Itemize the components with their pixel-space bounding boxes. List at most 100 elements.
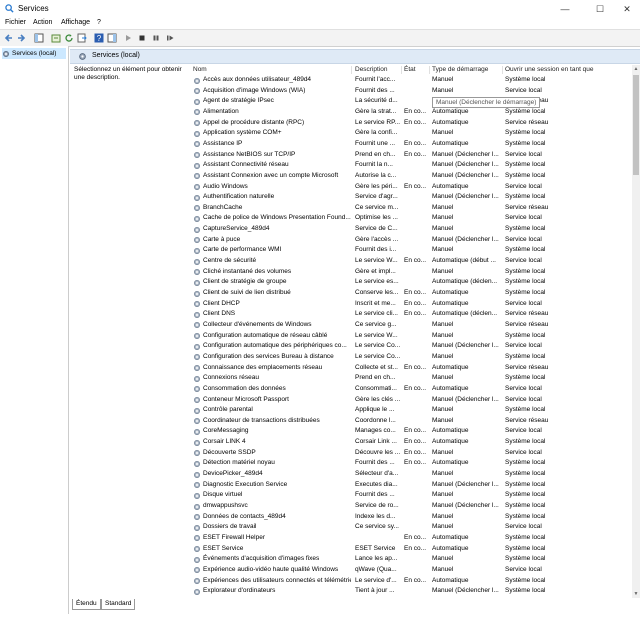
service-startup-type: Manuel: [432, 214, 454, 222]
forward-button[interactable]: [15, 32, 26, 43]
close-button[interactable]: ✕: [612, 0, 640, 18]
menu-action[interactable]: Action: [33, 19, 52, 26]
service-row[interactable]: Événements d'acquisition d'images fixes L…: [191, 554, 631, 565]
properties-button[interactable]: [50, 32, 61, 43]
scroll-down-icon[interactable]: ▼: [632, 590, 640, 598]
service-row[interactable]: Corsair LINK 4 Corsair Link ... En co... Au…: [191, 437, 631, 448]
service-row[interactable]: Client de stratégie de groupe Le service …: [191, 277, 631, 288]
service-row[interactable]: Détection matériel noyau Fournit des ... E…: [191, 458, 631, 469]
minimize-button[interactable]: —: [550, 0, 580, 18]
column-header-state[interactable]: État: [404, 66, 416, 73]
service-row[interactable]: ESET Service ESET Service En co... Automati…: [191, 544, 631, 555]
column-header-name[interactable]: Nom: [193, 66, 207, 73]
service-row[interactable]: Carte à puce Gère l'accès ... Manuel (Décl…: [191, 235, 631, 246]
tab-standard[interactable]: Standard: [101, 599, 136, 610]
service-row[interactable]: Configuration des services Bureau à dist…: [191, 352, 631, 363]
service-row[interactable]: CaptureService_489d4 Service de C... Manue…: [191, 224, 631, 235]
service-row[interactable]: BranchCache Ce service m... Manuel Service …: [191, 203, 631, 214]
service-row[interactable]: Centre de sécurité Le service W... En co..…: [191, 256, 631, 267]
service-description: Sélecteur d'a...: [355, 470, 399, 478]
service-row[interactable]: Conteneur Microsoft Passport Gère les clé…: [191, 395, 631, 406]
service-startup-type: Manuel (Déclencher l...: [432, 395, 499, 403]
pause-service-button[interactable]: [150, 32, 161, 43]
service-row[interactable]: Explorateur d'ordinateurs Tient à jour ..…: [191, 586, 631, 597]
service-row[interactable]: Client DHCP Inscrit et me... En co... Autom…: [191, 299, 631, 310]
service-row[interactable]: Dossiers de travail Ce service sy... Manue…: [191, 522, 631, 533]
maximize-button[interactable]: ☐: [585, 0, 615, 18]
service-name: Authentification naturelle: [203, 193, 275, 201]
service-row[interactable]: DevicePicker_489d4 Sélecteur d'a... Manuel…: [191, 469, 631, 480]
service-state: En co...: [404, 257, 427, 265]
service-row[interactable]: Assistance NetBIOS sur TCP/IP Prend en ch…: [191, 150, 631, 161]
tab-extended[interactable]: Étendu: [72, 599, 101, 610]
service-row[interactable]: dmwappushsvc Service de ro... Manuel (Décl…: [191, 501, 631, 512]
service-row[interactable]: Disque virtuel Fournit des ... Manuel Systè…: [191, 490, 631, 501]
service-description: Applique le ...: [355, 406, 395, 414]
service-gear-icon: [194, 407, 200, 414]
column-header-logon-as[interactable]: Ouvrir une session en tant que: [505, 66, 594, 73]
service-logon-as: Service local: [505, 384, 542, 392]
menu-affichage[interactable]: Affichage: [61, 19, 90, 26]
service-row[interactable]: Expérience audio-vidéo haute qualité Win…: [191, 565, 631, 576]
tree-item-services-local[interactable]: Services (local): [2, 48, 66, 59]
service-row[interactable]: Accès aux données utilisateur_489d4 Fourn…: [191, 75, 631, 86]
service-row[interactable]: Découverte SSDP Découvre les ... En co... M…: [191, 448, 631, 459]
service-description: Ce service g...: [355, 320, 397, 328]
service-row[interactable]: Connexions réseau Prend en ch... Manuel Sys…: [191, 373, 631, 384]
service-row[interactable]: Collecteur d'événements de Windows Ce ser…: [191, 320, 631, 331]
help-button[interactable]: ?: [93, 32, 104, 43]
service-row[interactable]: Consommation des données Consommati... En …: [191, 384, 631, 395]
refresh-button[interactable]: [63, 32, 74, 43]
service-row[interactable]: Cache de police de Windows Presentation …: [191, 213, 631, 224]
scroll-up-icon[interactable]: ▲: [632, 65, 640, 73]
scrollbar-thumb[interactable]: [633, 75, 639, 175]
column-divider[interactable]: [351, 66, 352, 74]
service-row[interactable]: Client DNS Le service cli... En co... Autom…: [191, 309, 631, 320]
column-divider[interactable]: [429, 66, 430, 74]
service-row[interactable]: Assistant Connectivité réseau Fournit la …: [191, 160, 631, 171]
service-row[interactable]: Contrôle parental Applique le ... Manuel Sy…: [191, 405, 631, 416]
column-divider[interactable]: [401, 66, 402, 74]
show-console-tree-button[interactable]: [33, 32, 44, 43]
service-row[interactable]: Client de suivi de lien distribué Conserv…: [191, 288, 631, 299]
menu-fichier[interactable]: Fichier: [5, 19, 26, 26]
vertical-scrollbar[interactable]: ▲ ▼: [632, 65, 640, 598]
service-row[interactable]: Cliché instantané des volumes Gère et imp…: [191, 267, 631, 278]
restart-icon: [166, 35, 173, 40]
service-row[interactable]: Configuration automatique des périphériq…: [191, 341, 631, 352]
service-row[interactable]: Agent de stratégie IPsec La sécurité d...…: [191, 96, 631, 107]
service-row[interactable]: Configuration automatique de réseau câbl…: [191, 331, 631, 342]
export-list-button[interactable]: [76, 32, 87, 43]
service-row[interactable]: Application système COM+ Gère la confi...…: [191, 128, 631, 139]
service-row[interactable]: Audio Windows Gère les péri... En co... Aut…: [191, 182, 631, 193]
service-row[interactable]: Connaissance des emplacements réseau Coll…: [191, 363, 631, 374]
service-row[interactable]: Assistant Connexion avec un compte Micro…: [191, 171, 631, 182]
service-gear-icon: [194, 333, 200, 340]
column-divider[interactable]: [502, 66, 503, 74]
restart-service-button[interactable]: [164, 32, 175, 43]
menu-help[interactable]: ?: [97, 19, 101, 26]
service-row[interactable]: Appel de procédure distante (RPC) Le serv…: [191, 118, 631, 129]
service-row[interactable]: CoreMessaging Manages co... En co... Automa…: [191, 426, 631, 437]
service-row[interactable]: ESET Firewall Helper En co... Automatique S…: [191, 533, 631, 544]
start-service-button[interactable]: [122, 32, 133, 43]
service-name: Explorateur d'ordinateurs: [203, 587, 276, 595]
service-row[interactable]: Alimentation Gère la strat... En co... Auto…: [191, 107, 631, 118]
show-action-pane-button[interactable]: [106, 32, 117, 43]
service-description: Ce service m...: [355, 203, 399, 211]
service-row[interactable]: Expériences des utilisateurs connectés e…: [191, 576, 631, 587]
service-row[interactable]: Assistance IP Fournit une ... En co... Auto…: [191, 139, 631, 150]
service-gear-icon: [194, 365, 200, 372]
column-header-description[interactable]: Description: [355, 66, 388, 73]
service-row[interactable]: Données de contacts_489d4 Indexe les d...…: [191, 512, 631, 523]
service-logon-as: Service local: [505, 565, 542, 573]
service-row[interactable]: Carte de performance WMI Fournit des i...…: [191, 245, 631, 256]
column-header-startup-type[interactable]: Type de démarrage: [432, 66, 488, 73]
service-row[interactable]: Authentification naturelle Service d'agr.…: [191, 192, 631, 203]
service-state: En co...: [404, 533, 427, 541]
service-row[interactable]: Acquisition d'image Windows (WIA) Fournit…: [191, 86, 631, 97]
service-row[interactable]: Coordinateur de transactions distribuées…: [191, 416, 631, 427]
stop-service-button[interactable]: [136, 32, 147, 43]
service-row[interactable]: Diagnostic Execution Service Executes dia…: [191, 480, 631, 491]
back-button[interactable]: [3, 32, 14, 43]
